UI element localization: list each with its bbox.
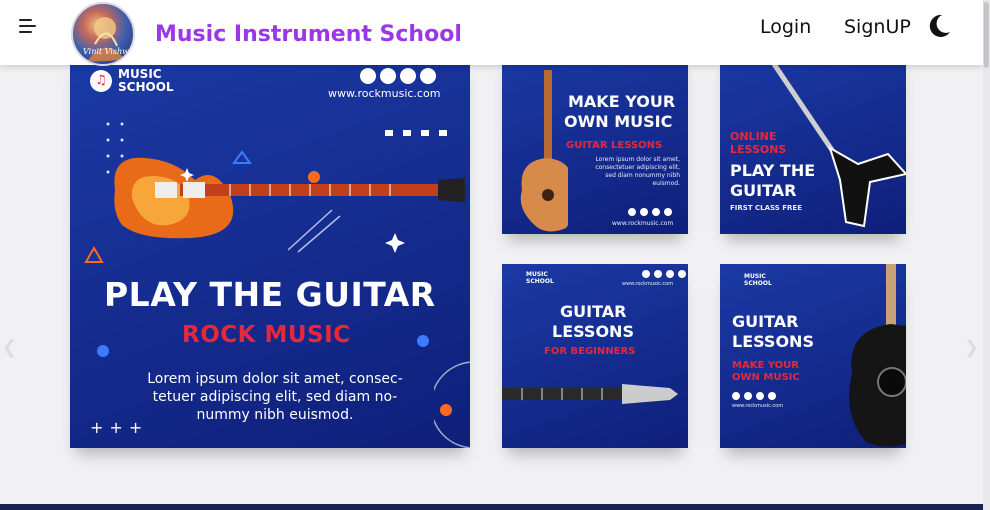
scrollbar-thumb[interactable] (984, 2, 989, 68)
circle-decoration (97, 345, 109, 357)
facebook-icon (640, 208, 648, 216)
slide-website: www.rockmusic.com (328, 87, 441, 100)
instagram-icon (642, 270, 650, 278)
school-logo[interactable]: Vinit Vishwakarma (71, 2, 135, 66)
chevron-left-icon[interactable]: ❮ (2, 337, 17, 358)
slide-subtitle: ROCK MUSIC (182, 322, 351, 348)
whatsapp-icon (420, 68, 436, 84)
card-title-line2: LESSONS (732, 332, 814, 351)
facebook-icon (654, 270, 662, 278)
facebook-icon (380, 68, 396, 84)
card-brand-line1: MUSIC (744, 273, 766, 280)
moon-icon[interactable] (926, 13, 952, 39)
whatsapp-icon (678, 270, 686, 278)
twitter-icon (666, 270, 674, 278)
slide-brand-line2: SCHOOL (118, 80, 174, 94)
logo-signature: Vinit Vishwakarma (83, 47, 134, 56)
instagram-icon (628, 208, 636, 216)
lesson-card[interactable]: MUSIC SCHOOL GUITAR LESSONS MAKE YOUR OW… (720, 264, 906, 448)
card-title-line1: MAKE YOUR (568, 92, 676, 111)
lesson-card[interactable]: MUSIC SCHOOL www.rockmusic.com GUITAR LE… (502, 264, 688, 448)
card-subtitle: FOR BEGINNERS (544, 346, 636, 357)
footer-band (0, 504, 983, 510)
triangle-decoration (84, 246, 104, 263)
whatsapp-icon (768, 392, 776, 400)
card-title-line2: GUITAR (730, 181, 797, 200)
guitar-illustration (520, 70, 568, 232)
circle-decoration (417, 335, 429, 347)
card-title-line2: LESSONS (552, 322, 634, 341)
card-tag-line1: ONLINE (730, 130, 777, 143)
card-title-line2: OWN MUSIC (564, 112, 673, 131)
signup-link[interactable]: SignUP (844, 16, 911, 38)
card-subtitle: GUITAR LESSONS (566, 140, 663, 151)
card-website: www.rockmusic.com (732, 403, 784, 409)
card-website: www.rockmusic.com (612, 220, 674, 227)
card-title-line1: PLAY THE (730, 161, 816, 180)
instagram-icon (360, 68, 376, 84)
card-brand-line2: SCHOOL (526, 278, 554, 285)
twitter-icon (652, 208, 660, 216)
social-icons (642, 270, 686, 278)
facebook-icon (744, 392, 752, 400)
card-body: Lorem ipsum dolor sit amet, consectetuer… (595, 156, 680, 187)
guitar-illustration (106, 122, 465, 253)
page-scrollbar[interactable] (983, 0, 990, 510)
social-icons (732, 392, 776, 400)
card-brand-line1: MUSIC (526, 271, 548, 278)
card-subtitle: FIRST CLASS FREE (730, 204, 802, 212)
lesson-card[interactable]: MAKE YOUR OWN MUSIC GUITAR LESSONS Lorem… (502, 50, 688, 234)
card-title-line1: GUITAR (560, 302, 627, 321)
whatsapp-icon (664, 208, 672, 216)
card-subtitle-line2: OWN MUSIC (732, 372, 800, 383)
navbar: Vinit Vishwakarma Music Instrument Schoo… (0, 0, 983, 66)
arc-decoration (434, 361, 470, 448)
guitar-neck-illustration (502, 384, 678, 404)
card-subtitle-line1: MAKE YOUR (732, 360, 799, 371)
acoustic-guitar-illustration (849, 264, 906, 447)
chevron-right-icon[interactable]: ❯ (964, 337, 979, 358)
social-icons (628, 208, 672, 216)
card-website: www.rockmusic.com (622, 281, 674, 287)
twitter-icon (756, 392, 764, 400)
card-title-line1: GUITAR (732, 312, 799, 331)
instagram-icon (732, 392, 740, 400)
logo-illustration (87, 17, 125, 62)
featured-slide[interactable]: ♫ MUSIC SCHOOL www.rockmusic.com PLAY TH… (70, 60, 470, 448)
plus-decoration: +++ (90, 418, 149, 437)
menu-icon[interactable] (16, 14, 40, 38)
music-school-badge-icon: ♫ (90, 70, 112, 92)
brand-name[interactable]: Music Instrument School (155, 22, 462, 47)
slide-body: Lorem ipsum dolor sit amet, consec-tetue… (147, 371, 403, 423)
card-brand-line2: SCHOOL (744, 280, 772, 287)
slide-title: PLAY THE GUITAR (104, 275, 436, 314)
card-tag-line2: LESSONS (730, 143, 787, 156)
lesson-card[interactable]: ONLINE LESSONS PLAY THE GUITAR FIRST CLA… (720, 50, 906, 234)
twitter-icon (400, 68, 416, 84)
social-icons (360, 68, 436, 84)
login-link[interactable]: Login (760, 16, 811, 38)
